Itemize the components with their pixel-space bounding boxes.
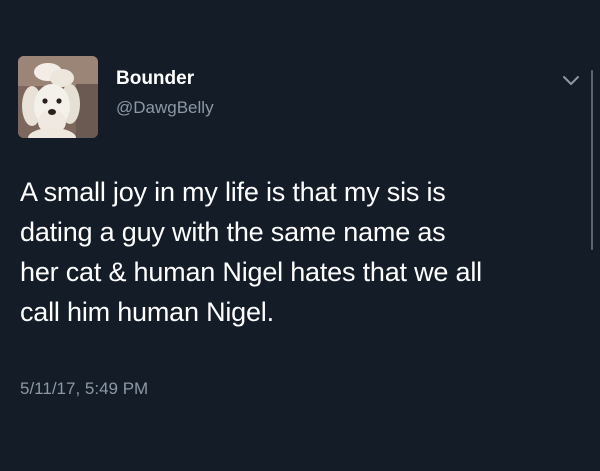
tweet-text: A small joy in my life is that my sis is… <box>20 172 580 332</box>
tweet-card: Bounder @DawgBelly A small joy in my lif… <box>0 0 600 471</box>
chevron-down-icon[interactable] <box>560 72 582 90</box>
tweet-text-line: dating a guy with the same name as <box>20 217 446 247</box>
author-handle[interactable]: @DawgBelly <box>116 98 214 118</box>
author-display-name[interactable]: Bounder <box>116 68 194 90</box>
tweet-text-line: A small joy in my life is that my sis is <box>20 177 446 207</box>
tweet-text-line: her cat & human Nigel hates that we all <box>20 257 482 287</box>
scrollbar[interactable] <box>591 70 593 250</box>
avatar[interactable] <box>18 56 98 138</box>
tweet-text-line: call him human Nigel. <box>20 297 274 327</box>
tweet-timestamp[interactable]: 5/11/17, 5:49 PM <box>20 379 148 399</box>
dog-avatar-image <box>18 56 98 138</box>
